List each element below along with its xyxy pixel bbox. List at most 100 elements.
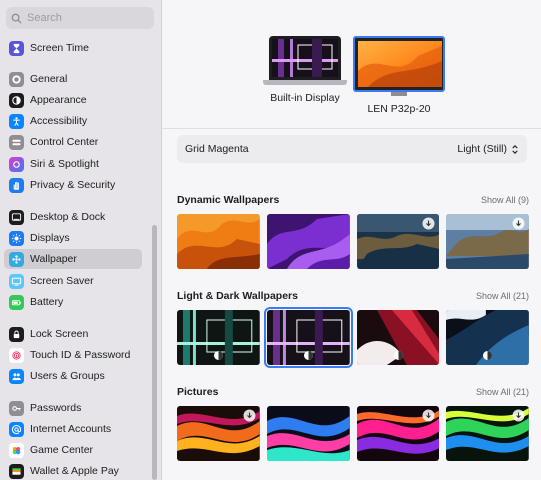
gear-icon bbox=[9, 71, 24, 87]
show-all-light-dark-button[interactable]: Show All (21) bbox=[476, 291, 529, 301]
sidebar-item-displays[interactable]: Displays bbox=[4, 228, 142, 248]
sidebar-item-label: General bbox=[30, 73, 68, 85]
light-dark-icon bbox=[303, 351, 313, 360]
download-icon[interactable] bbox=[512, 409, 525, 422]
appearance-mode-value: Light (Still) bbox=[457, 143, 507, 155]
sidebar-item-desktop-dock[interactable]: Desktop & Dock bbox=[4, 207, 142, 227]
light-dark-icon bbox=[214, 351, 223, 360]
sidebar-item-label: Appearance bbox=[30, 94, 87, 106]
wallpaper-thumb-sweep-red[interactable] bbox=[356, 310, 440, 365]
appearance-mode-select[interactable]: Light (Still) bbox=[457, 143, 519, 155]
sidebar-item-screen-saver[interactable]: Screen Saver bbox=[4, 271, 142, 291]
screen-saver-icon bbox=[9, 273, 24, 289]
sidebar-item-label: Lock Screen bbox=[30, 328, 89, 340]
sidebar-item-game-center[interactable]: Game Center bbox=[4, 440, 142, 460]
at-icon bbox=[9, 421, 24, 437]
search-input[interactable] bbox=[27, 12, 147, 24]
download-icon[interactable] bbox=[422, 217, 435, 230]
sidebar-item-wallet[interactable]: Wallet & Apple Pay bbox=[4, 461, 142, 480]
sidebar-item-touch-id[interactable]: Touch ID & Password bbox=[4, 345, 142, 365]
fingerprint-icon bbox=[9, 347, 24, 363]
display-label-builtin: Built-in Display bbox=[270, 92, 340, 104]
wallpaper-thumb-grid-magenta[interactable] bbox=[263, 307, 353, 368]
sidebar-item-lock-screen[interactable]: Lock Screen bbox=[4, 324, 142, 344]
section-dynamic-wallpapers: Dynamic Wallpapers Show All (9) bbox=[177, 193, 529, 269]
sidebar-item-label: Displays bbox=[30, 232, 70, 244]
wallpaper-thumb-ribbon-magenta[interactable] bbox=[356, 406, 440, 461]
users-icon bbox=[9, 368, 24, 384]
current-wallpaper-name: Grid Magenta bbox=[185, 143, 249, 155]
lock-icon bbox=[9, 326, 24, 342]
wallet-icon bbox=[9, 463, 24, 479]
monitor-icon bbox=[353, 36, 445, 92]
key-icon bbox=[9, 400, 24, 416]
sidebar-item-label: Touch ID & Password bbox=[30, 349, 131, 361]
download-icon[interactable] bbox=[422, 409, 435, 422]
sidebar-item-label: Battery bbox=[30, 296, 64, 308]
wallpaper-thumb-ribbon-orange[interactable] bbox=[177, 406, 260, 461]
laptop-base bbox=[263, 80, 347, 85]
sidebar-item-privacy-security[interactable]: Privacy & Security bbox=[4, 175, 142, 195]
sidebar-item-label: Control Center bbox=[30, 136, 99, 148]
sidebar-item-label: Users & Groups bbox=[30, 370, 105, 382]
control-center-icon bbox=[9, 134, 24, 150]
download-icon[interactable] bbox=[512, 217, 525, 230]
section-title: Pictures bbox=[177, 386, 219, 398]
divider bbox=[163, 128, 541, 129]
section-title: Light & Dark Wallpapers bbox=[177, 290, 298, 302]
sidebar-item-label: Internet Accounts bbox=[30, 423, 112, 435]
search-field[interactable] bbox=[6, 7, 154, 29]
wallpaper-thumb-ribbon-green[interactable] bbox=[446, 406, 529, 461]
sidebar-item-appearance[interactable]: Appearance bbox=[4, 90, 142, 110]
wallpaper-thumb-ribbon-blue[interactable] bbox=[266, 406, 350, 461]
sidebar-item-label: Screen Saver bbox=[30, 275, 94, 287]
sidebar-item-label: Game Center bbox=[30, 444, 94, 456]
sidebar-item-label: Wallpaper bbox=[30, 253, 77, 265]
sidebar-item-label: Desktop & Dock bbox=[30, 211, 106, 223]
sidebar-item-accessibility[interactable]: Accessibility bbox=[4, 111, 142, 131]
current-wallpaper-row: Grid Magenta Light (Still) bbox=[177, 135, 527, 163]
sidebar-item-screen-time[interactable]: Screen Time bbox=[4, 38, 142, 58]
chevron-up-down-icon bbox=[512, 144, 518, 154]
download-icon[interactable] bbox=[243, 409, 256, 422]
sidebar-item-users-groups[interactable]: Users & Groups bbox=[4, 366, 142, 386]
light-dark-icon bbox=[393, 351, 403, 360]
wallpaper-thumb-catalina-island[interactable] bbox=[446, 214, 529, 269]
dock-icon bbox=[9, 209, 24, 225]
sidebar-item-label: Siri & Spotlight bbox=[30, 158, 99, 170]
wallpaper-icon bbox=[9, 251, 24, 267]
sidebar-item-siri-spotlight[interactable]: Siri & Spotlight bbox=[4, 154, 142, 174]
display-external[interactable]: LEN P32p-20 bbox=[353, 36, 445, 115]
sidebar-item-battery[interactable]: Battery bbox=[4, 292, 142, 312]
sidebar-item-general[interactable]: General bbox=[4, 69, 142, 89]
monitor-stand bbox=[391, 92, 407, 96]
light-dark-icon bbox=[483, 351, 493, 360]
sidebar-item-wallpaper[interactable]: Wallpaper bbox=[4, 249, 142, 269]
wallpaper-thumb-catalina-coast[interactable] bbox=[356, 214, 440, 269]
wallpaper-thumb-sweep-blue[interactable] bbox=[446, 310, 529, 365]
wallpaper-thumb-ventura-orange[interactable] bbox=[177, 214, 260, 269]
wallpaper-thumb-monterey-purple[interactable] bbox=[266, 214, 350, 269]
siri-icon bbox=[9, 156, 24, 172]
wallpaper-pane: Built-in Display LEN P32p-20 Grid Magent… bbox=[163, 0, 541, 480]
wallpaper-thumb-grid-teal[interactable] bbox=[177, 310, 260, 365]
show-all-pictures-button[interactable]: Show All (21) bbox=[476, 387, 529, 397]
sidebar-item-label: Passwords bbox=[30, 402, 82, 414]
sidebar-item-label: Privacy & Security bbox=[30, 179, 116, 191]
section-light-dark-wallpapers: Light & Dark Wallpapers Show All (21) bbox=[177, 289, 529, 368]
section-title: Dynamic Wallpapers bbox=[177, 194, 280, 206]
laptop-icon bbox=[269, 36, 341, 80]
battery-icon bbox=[9, 294, 24, 310]
game-center-icon bbox=[9, 442, 24, 458]
display-builtin[interactable]: Built-in Display bbox=[263, 36, 347, 104]
display-label-external: LEN P32p-20 bbox=[367, 103, 431, 115]
sidebar-item-control-center[interactable]: Control Center bbox=[4, 132, 142, 152]
sidebar-item-passwords[interactable]: Passwords bbox=[4, 398, 142, 418]
sidebar-item-label: Accessibility bbox=[30, 115, 88, 127]
sidebar-scrollbar[interactable] bbox=[152, 225, 157, 480]
sidebar-item-internet-accounts[interactable]: Internet Accounts bbox=[4, 419, 142, 439]
sidebar-item-label: Screen Time bbox=[30, 42, 89, 54]
search-icon bbox=[11, 13, 22, 24]
sun-icon bbox=[9, 230, 24, 246]
show-all-dynamic-button[interactable]: Show All (9) bbox=[481, 195, 529, 205]
